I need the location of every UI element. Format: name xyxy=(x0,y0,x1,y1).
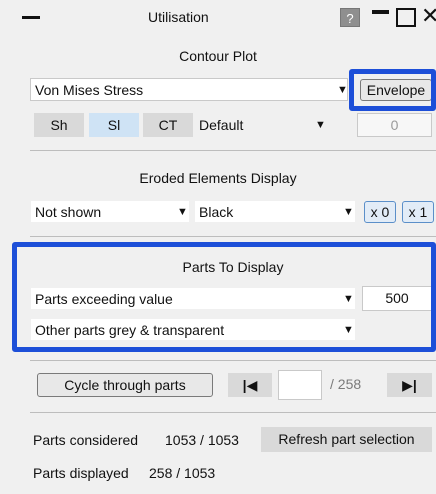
close-icon[interactable]: ✕ xyxy=(421,5,436,27)
eroded-display-value: Not shown xyxy=(35,204,102,220)
eroded-elements-heading: Eroded Elements Display xyxy=(139,170,297,186)
ct-button[interactable]: CT xyxy=(143,113,193,137)
dropdown-arrow-icon: ▼ xyxy=(343,324,354,336)
skip-to-last-button[interactable]: ▶| xyxy=(387,373,432,397)
eroded-colour-value: Black xyxy=(199,204,234,220)
collapse-icon[interactable] xyxy=(22,16,40,19)
dropdown-arrow-icon: ▼ xyxy=(343,293,354,305)
contour-plot-heading: Contour Plot xyxy=(179,48,257,64)
current-part-input[interactable] xyxy=(278,370,322,400)
total-parts-label: / 258 xyxy=(330,376,362,392)
sl-button[interactable]: Sl xyxy=(89,113,139,137)
dropdown-arrow-icon: ▼ xyxy=(337,84,348,96)
parts-to-display-heading: Parts To Display xyxy=(182,259,284,275)
dropdown-arrow-icon: ▼ xyxy=(343,206,354,218)
parts-filter-dropdown[interactable]: Parts exceeding value ▼ xyxy=(30,287,356,310)
eroded-display-dropdown[interactable]: Not shown ▼ xyxy=(30,200,190,223)
x1-button[interactable]: x 1 xyxy=(402,201,434,223)
dropdown-arrow-icon: ▼ xyxy=(315,119,326,131)
skip-to-first-icon: |◀ xyxy=(242,377,258,393)
parts-filter-value: Parts exceeding value xyxy=(35,291,173,307)
separator xyxy=(30,150,436,151)
parts-considered-label: Parts considered xyxy=(33,432,139,448)
window-title: Utilisation xyxy=(148,9,209,25)
dropdown-arrow-icon: ▼ xyxy=(177,206,188,218)
sh-button[interactable]: Sh xyxy=(34,113,84,137)
other-parts-dropdown[interactable]: Other parts grey & transparent ▼ xyxy=(30,318,356,341)
contour-quantity-dropdown[interactable]: Von Mises Stress ▼ xyxy=(30,78,348,101)
parts-displayed-label: Parts displayed xyxy=(33,465,129,481)
maximize-icon[interactable] xyxy=(396,8,416,27)
separator xyxy=(30,360,436,361)
parts-displayed-value: 258 / 1053 xyxy=(149,465,216,481)
skip-to-first-button[interactable]: |◀ xyxy=(228,373,272,397)
title-bar: Utilisation ? ✕ xyxy=(0,0,436,36)
parts-considered-value: 1053 / 1053 xyxy=(165,432,239,448)
x0-button[interactable]: x 0 xyxy=(364,201,396,223)
utilisation-panel: Utilisation ? ✕ Contour Plot Von Mises S… xyxy=(0,0,436,494)
separator xyxy=(30,412,436,413)
separator xyxy=(30,236,436,237)
refresh-part-selection-button[interactable]: Refresh part selection xyxy=(261,427,432,452)
contour-quantity-value: Von Mises Stress xyxy=(35,82,144,98)
scale-dropdown[interactable]: Default ▼ xyxy=(194,113,335,136)
scale-value: Default xyxy=(199,117,244,133)
cycle-through-parts-button[interactable]: Cycle through parts xyxy=(37,373,213,397)
help-button[interactable]: ? xyxy=(340,8,360,27)
skip-to-last-icon: ▶| xyxy=(402,377,417,393)
minimize-icon[interactable] xyxy=(372,10,389,14)
scale-number-input[interactable]: 0 xyxy=(357,113,432,137)
other-parts-value: Other parts grey & transparent xyxy=(35,322,225,338)
eroded-colour-dropdown[interactable]: Black ▼ xyxy=(194,200,356,223)
envelope-button[interactable]: Envelope xyxy=(360,79,432,101)
threshold-input[interactable]: 500 xyxy=(362,286,432,311)
